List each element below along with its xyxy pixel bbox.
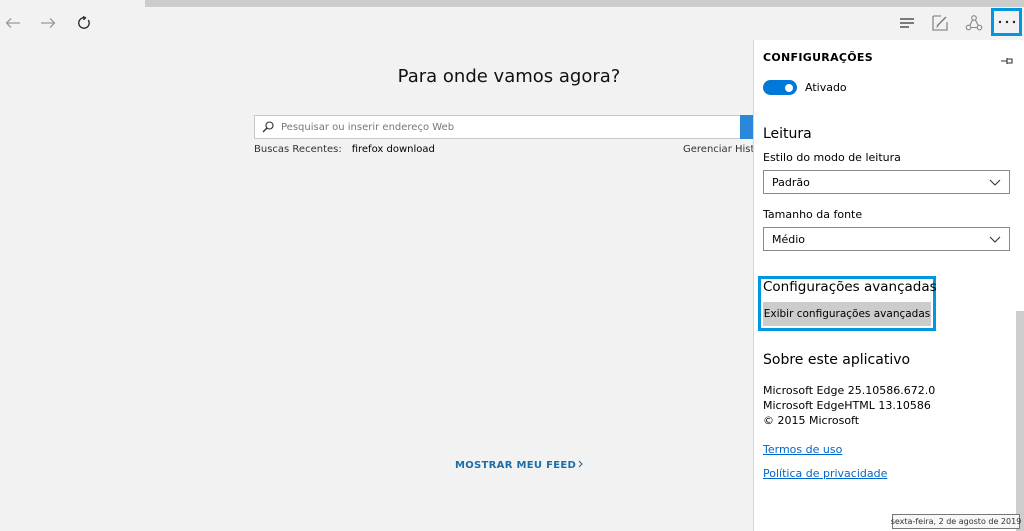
about-engine: Microsoft EdgeHTML 13.10586 <box>763 399 931 412</box>
about-version: Microsoft Edge 25.10586.672.0 <box>763 384 936 397</box>
privacy-link[interactable]: Política de privacidade <box>763 467 887 480</box>
chevron-down-icon <box>989 236 1001 243</box>
reading-heading: Leitura <box>763 126 812 142</box>
refresh-button[interactable] <box>72 7 96 39</box>
hub-button[interactable] <box>894 7 920 39</box>
reading-style-select[interactable]: Padrão <box>763 170 1010 194</box>
chevron-right-icon <box>578 460 583 468</box>
reading-style-label: Estilo do modo de leitura <box>763 151 901 164</box>
pin-icon <box>1001 58 1013 64</box>
chevron-down-icon <box>989 179 1001 186</box>
page-title: Para onde vamos agora? <box>397 66 621 87</box>
share-button[interactable] <box>961 7 987 39</box>
about-copyright: © 2015 Microsoft <box>763 414 860 427</box>
web-note-button[interactable] <box>927 7 953 39</box>
manage-history-link[interactable]: Gerenciar Histórico <box>683 144 754 155</box>
recent-searches-label: Buscas Recentes: <box>254 144 342 155</box>
share-icon <box>965 15 983 31</box>
search-box[interactable] <box>254 115 754 139</box>
about-heading: Sobre este aplicativo <box>763 352 911 368</box>
show-feed-label: MOSTRAR MEU FEED <box>455 460 577 471</box>
terms-link[interactable]: Termos de uso <box>763 443 842 456</box>
forward-button[interactable] <box>36 7 60 39</box>
about-info: Microsoft Edge 25.10586.672.0 Microsoft … <box>763 383 935 428</box>
advanced-heading: Configurações avançadas <box>763 279 937 295</box>
refresh-icon <box>78 16 90 29</box>
web-note-icon <box>932 15 948 31</box>
tab-strip <box>145 0 1024 7</box>
scrollbar[interactable] <box>1016 311 1024 531</box>
toolbar <box>0 7 1024 39</box>
settings-panel: CONFIGURAÇÕES Ativado Leitura Estilo do … <box>753 40 1024 531</box>
font-size-value: Médio <box>772 232 806 246</box>
search-go-button[interactable] <box>740 115 754 139</box>
show-feed-link[interactable]: MOSTRAR MEU FEED <box>455 460 584 471</box>
reading-style-value: Padrão <box>772 175 810 189</box>
recent-searches: Buscas Recentes: firefox download <box>254 144 435 155</box>
font-size-select[interactable]: Médio <box>763 227 1010 251</box>
forward-icon <box>41 18 56 28</box>
toggle-switch[interactable] <box>763 80 797 95</box>
back-icon <box>5 18 20 28</box>
search-icon <box>255 121 281 133</box>
more-button[interactable] <box>991 8 1022 36</box>
toggle-label: Ativado <box>805 81 847 94</box>
back-button[interactable] <box>0 7 26 39</box>
pin-button[interactable] <box>1000 51 1014 70</box>
date-tooltip: sexta-feira, 2 de agosto de 2019 <box>891 514 1021 529</box>
font-size-label: Tamanho da fonte <box>763 208 863 221</box>
hub-icon <box>900 18 914 28</box>
settings-title: CONFIGURAÇÕES <box>763 51 873 64</box>
recent-search-item[interactable]: firefox download <box>352 144 435 155</box>
search-input[interactable] <box>281 121 721 133</box>
view-advanced-settings-button[interactable]: Exibir configurações avançadas <box>763 302 931 326</box>
more-icon <box>998 20 1015 24</box>
